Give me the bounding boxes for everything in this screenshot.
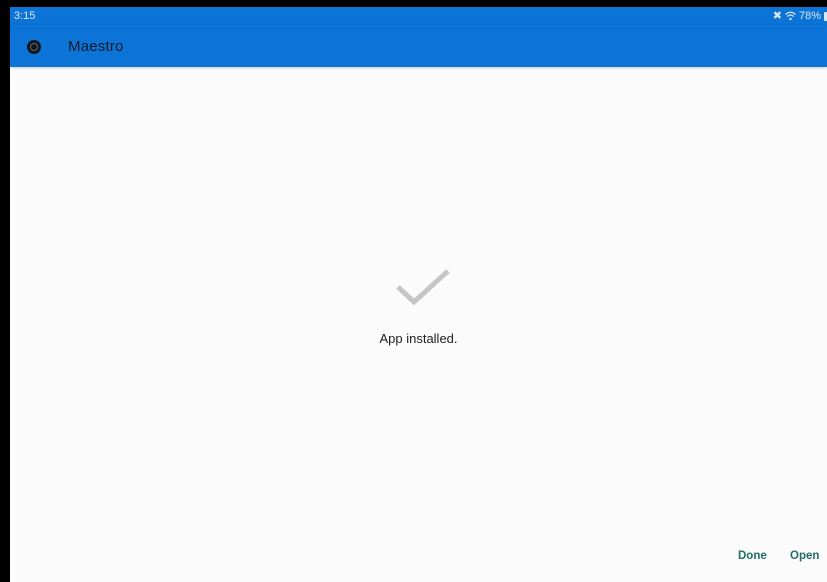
install-status-panel: App installed. xyxy=(10,67,827,537)
status-bar: 3:15 ✖ 78% xyxy=(10,7,827,25)
status-time: 3:15 xyxy=(14,10,36,22)
app-title: Maestro xyxy=(68,38,124,55)
install-message: App installed. xyxy=(379,331,458,346)
checkmark-icon xyxy=(396,269,450,306)
wifi-icon xyxy=(785,11,796,21)
battery-percent: 78% xyxy=(798,10,821,22)
status-icons: ✖ 78% xyxy=(773,10,827,22)
mute-icon: ✖ xyxy=(772,9,782,22)
done-button[interactable]: Done xyxy=(738,550,767,562)
open-button[interactable]: Open xyxy=(790,550,819,562)
app-bar: Maestro xyxy=(10,25,827,67)
device-screen: 3:15 ✖ 78% Maestro App installed. Done O… xyxy=(10,7,827,582)
maestro-app-icon xyxy=(27,40,41,54)
